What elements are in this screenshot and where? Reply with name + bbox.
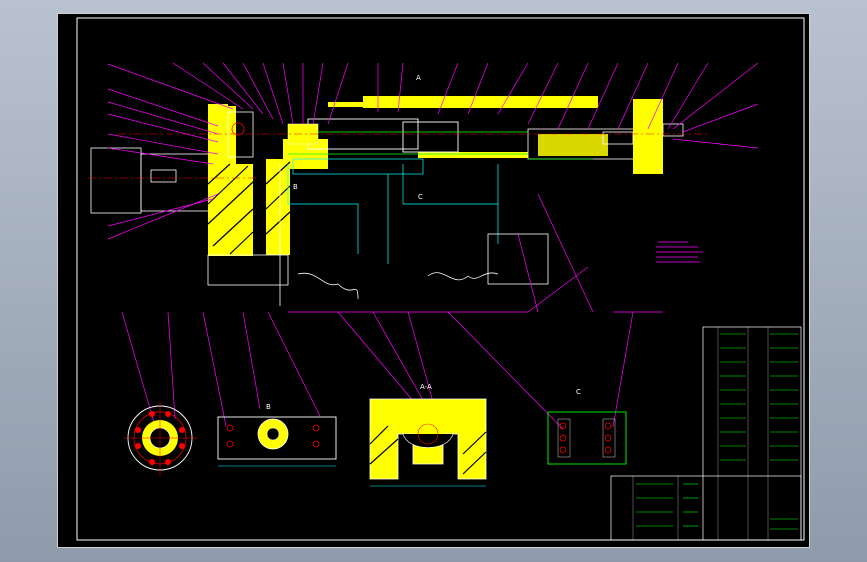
flange-view (123, 401, 198, 476)
base-block (207, 254, 289, 286)
cad-drawing: A B C B A-A C (76, 17, 805, 541)
motor-housing (90, 147, 142, 214)
plate-view-label: C (576, 388, 581, 396)
title-block (610, 326, 802, 541)
bearing-view-label: B (266, 403, 271, 411)
view-label-a: A (416, 74, 421, 82)
view-label-b: B (293, 183, 298, 191)
view-label-c: C (418, 193, 423, 201)
main-assembly-view (88, 96, 708, 306)
cad-viewport[interactable]: A B C B A-A C (57, 13, 810, 548)
technical-notes (656, 241, 703, 263)
bracket-section-view (369, 398, 487, 487)
hidden-lines (287, 158, 499, 264)
right-flange (633, 99, 663, 174)
section-label: A-A (420, 383, 432, 391)
bearing-block-view (217, 416, 337, 467)
